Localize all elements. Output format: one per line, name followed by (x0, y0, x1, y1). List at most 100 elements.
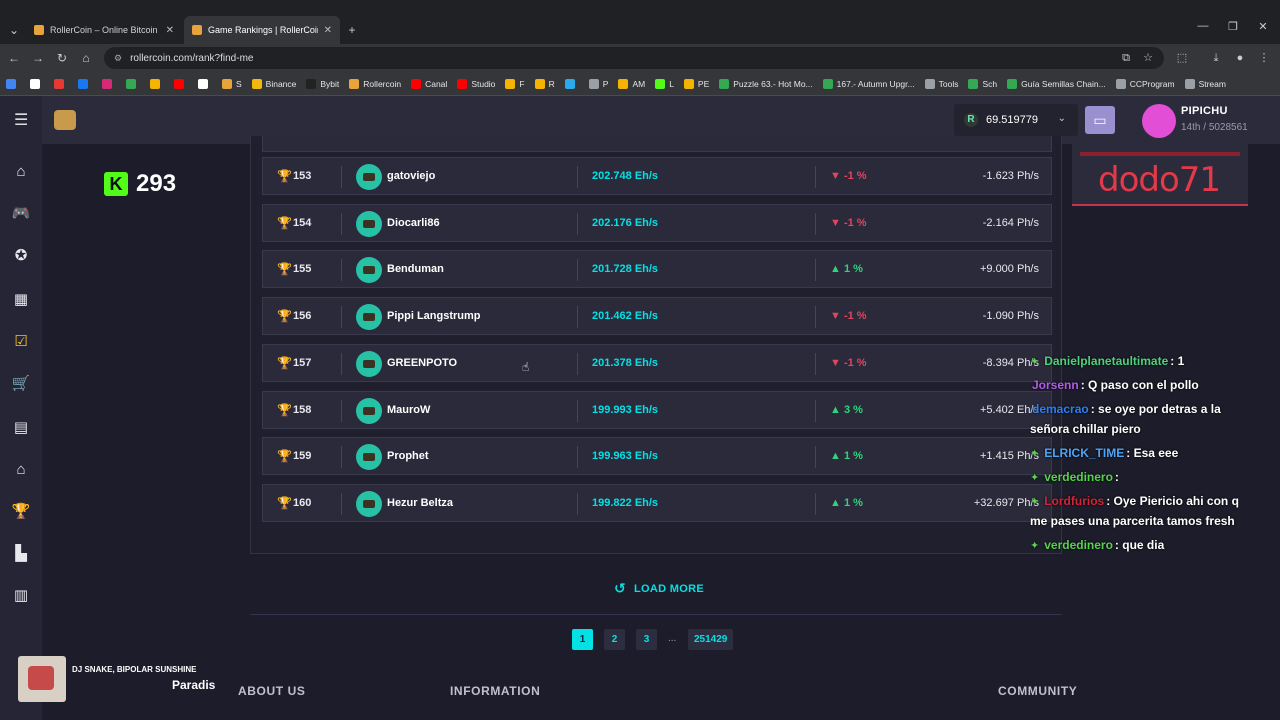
avatar[interactable] (356, 211, 382, 237)
chat-username[interactable]: Danielplanetaultimate (1044, 354, 1168, 368)
events-icon[interactable]: ▦ (11, 290, 31, 310)
minimize-icon[interactable]: — (1192, 20, 1214, 32)
player-name[interactable]: Prophet (387, 450, 429, 462)
bookmark-item[interactable]: Studio (457, 78, 495, 89)
table-row[interactable]: 🏆 153 gatoviejo 202.748 Eh/s ▼ -1 % -1.623 Ph… (262, 157, 1052, 195)
bookmark-item[interactable]: R (534, 78, 555, 89)
bookmark-item[interactable] (564, 78, 579, 89)
table-row[interactable]: 🏆 157 GREENPOTO 201.378 Eh/s ▼ -1 % -8.394 Ph… (262, 344, 1052, 382)
wallet-button[interactable]: ▭ (1085, 106, 1115, 134)
home-icon[interactable]: ⌂ (11, 162, 31, 182)
table-row[interactable]: 🏆 158 MauroW 199.993 Eh/s ▲ 3 % +5.402 Eh/s (262, 391, 1052, 429)
bookmark-item[interactable]: L (655, 78, 674, 89)
table-row[interactable]: 🏆 160 Hezur Beltza 199.822 Eh/s ▲ 1 % +32.697… (262, 484, 1052, 522)
bookmark-item[interactable] (174, 78, 188, 89)
player-name[interactable]: Diocarli86 (387, 217, 440, 229)
username[interactable]: PIPICHU (1181, 105, 1228, 117)
extensions-icon[interactable]: ⬚ (1174, 50, 1190, 66)
tab-game-rankings[interactable]: Game Rankings | RollerCoin.co ✕ (184, 16, 340, 44)
bookmark-item[interactable]: 167.- Autumn Upgr... (822, 78, 915, 89)
bookmark-item[interactable] (78, 78, 92, 89)
bookmark-item[interactable]: CCProgram (1115, 78, 1175, 89)
page-1-button[interactable]: 1 (572, 629, 593, 650)
avatar[interactable] (356, 444, 382, 470)
bookmark-item[interactable]: PE (683, 78, 709, 89)
bookmark-item[interactable] (126, 78, 140, 89)
chat-username[interactable]: verdedinero (1044, 470, 1113, 484)
bookmark-item[interactable]: AM (618, 78, 645, 89)
avatar[interactable] (356, 398, 382, 424)
avatar[interactable] (356, 304, 382, 330)
game-controller-icon[interactable]: 🎮 (11, 204, 31, 224)
avatar[interactable] (356, 491, 382, 517)
cart-icon[interactable]: 🛒 (11, 374, 31, 394)
close-tab-icon[interactable]: ✕ (324, 25, 332, 36)
bookmark-item[interactable]: Bybit (306, 78, 339, 89)
install-app-icon[interactable]: ⧉ (1118, 50, 1134, 66)
chat-username[interactable]: ELRICK_TIME (1044, 446, 1124, 460)
player-name[interactable]: Hezur Beltza (387, 497, 453, 509)
bookmark-item[interactable]: Tools (924, 78, 958, 89)
more-menu-icon[interactable]: ⋮ (1256, 50, 1272, 66)
player-name[interactable]: MauroW (387, 404, 430, 416)
reload-icon[interactable]: ↻ (54, 50, 70, 66)
rewards-icon[interactable]: ✪ (11, 246, 31, 266)
tasks-icon[interactable]: ☑ (11, 332, 31, 352)
bookmark-item[interactable] (30, 78, 44, 89)
avatar[interactable] (356, 164, 382, 190)
new-tab-icon[interactable]: + (344, 22, 360, 38)
rollercoin-logo-icon[interactable] (54, 110, 76, 130)
forward-icon[interactable]: → (30, 50, 46, 66)
bookmark-item[interactable]: S (222, 78, 242, 89)
bookmark-item[interactable] (6, 78, 20, 89)
load-more-button[interactable]: ↺ LOAD MORE (614, 580, 704, 597)
home-icon[interactable]: ⌂ (78, 50, 94, 66)
player-name[interactable]: Benduman (387, 263, 444, 275)
avatar[interactable] (1142, 104, 1176, 138)
address-bar[interactable]: ⚙ rollercoin.com/rank?find-me (104, 47, 1164, 69)
bookmark-item[interactable]: Binance (251, 78, 296, 89)
chat-username[interactable]: Lordfurios (1044, 494, 1104, 508)
bookmark-item[interactable] (54, 78, 68, 89)
table-row[interactable]: 🏆 154 Diocarli86 202.176 Eh/s ▼ -1 % -2.164 P… (262, 204, 1052, 242)
table-row[interactable]: 🏆 159 Prophet 199.963 Eh/s ▲ 1 % +1.415 Ph/s (262, 437, 1052, 475)
bookmark-item[interactable] (150, 78, 164, 89)
player-name[interactable]: Pippi Langstrump (387, 310, 481, 322)
close-window-icon[interactable]: ✕ (1252, 20, 1274, 33)
site-info-icon[interactable]: ⚙ (114, 53, 122, 64)
menu-toggle-icon[interactable]: ☰ (14, 110, 28, 130)
bookmark-item[interactable]: Rollercoin (349, 78, 401, 89)
bookmark-item[interactable]: Guía Semillas Chain... (1007, 78, 1106, 89)
avatar[interactable] (356, 257, 382, 283)
close-tab-icon[interactable]: ✕ (166, 25, 174, 36)
marketplace-icon[interactable]: ⌂ (11, 460, 31, 480)
chat-username[interactable]: verdedinero (1044, 538, 1113, 552)
back-icon[interactable]: ← (6, 50, 22, 66)
last-page-button[interactable]: 251429 (688, 629, 734, 650)
tab-search-icon[interactable]: ⌄ (6, 22, 22, 38)
tab-rollercoin-home[interactable]: RollerCoin – Online Bitcoin Mi ✕ (26, 16, 182, 44)
bookmark-item[interactable]: P (588, 78, 608, 89)
bookmark-item[interactable]: Canal (411, 78, 447, 89)
page-3-button[interactable]: 3 (636, 629, 657, 650)
table-row[interactable]: 🏆 156 Pippi Langstrump 201.462 Eh/s ▼ -1 % -1… (262, 297, 1052, 335)
maximize-icon[interactable]: ❐ (1222, 20, 1244, 33)
page-2-button[interactable]: 2 (604, 629, 625, 650)
bookmark-star-icon[interactable]: ☆ (1140, 50, 1156, 66)
avatar[interactable] (356, 351, 382, 377)
storage-icon[interactable]: ▤ (11, 418, 31, 438)
bookmark-item[interactable]: Sch (968, 78, 997, 89)
news-icon[interactable]: ▥ (11, 586, 31, 606)
balance-dropdown[interactable]: R 69.519779 ⌄ (954, 104, 1078, 136)
player-name[interactable]: GREENPOTO (387, 357, 457, 369)
profile-icon[interactable]: ● (1232, 50, 1248, 66)
trophy-icon[interactable]: 🏆 (11, 502, 31, 522)
bookmark-item[interactable] (102, 78, 116, 89)
bookmark-item[interactable]: Stream (1184, 78, 1226, 89)
player-name[interactable]: gatoviejo (387, 170, 435, 182)
table-row[interactable]: 🏆 155 Benduman 201.728 Eh/s ▲ 1 % +9.000 Ph/s (262, 250, 1052, 288)
bookmark-item[interactable] (198, 78, 212, 89)
chat-username[interactable]: demacrao (1032, 402, 1089, 416)
bookmark-item[interactable]: Puzzle 63.- Hot Mo... (719, 78, 813, 89)
downloads-icon[interactable]: ⤓ (1208, 50, 1224, 66)
